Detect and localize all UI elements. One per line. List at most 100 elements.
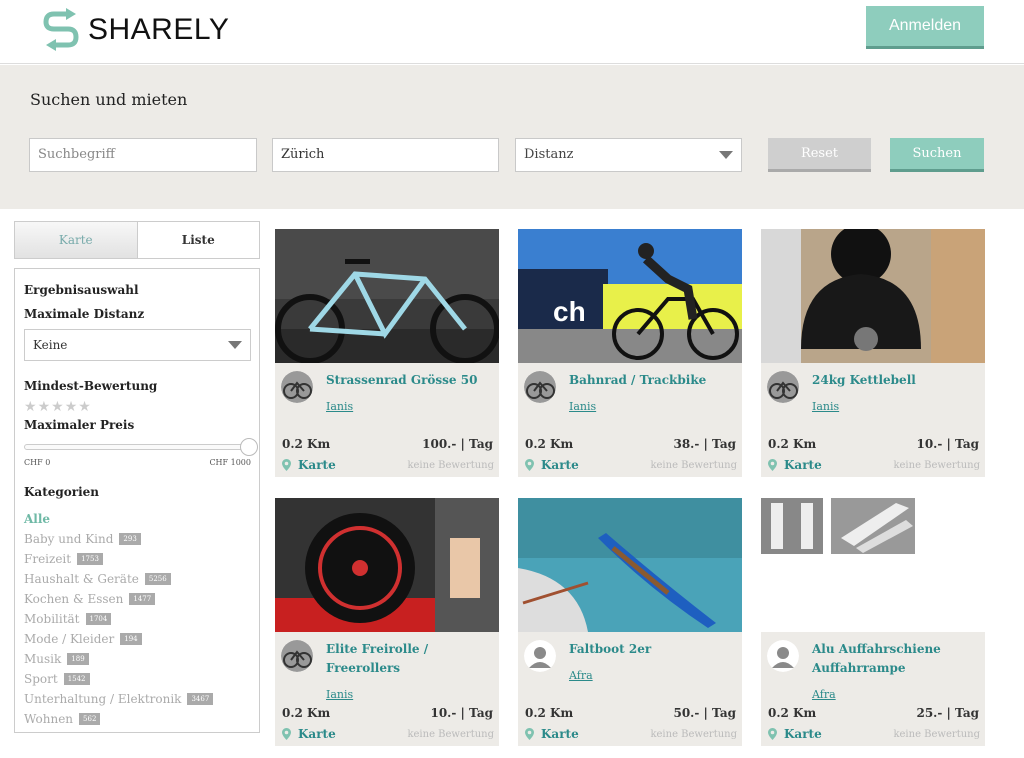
listing-rating: keine Bewertung [407, 729, 494, 740]
listing-owner[interactable]: Afra [812, 688, 836, 701]
map-pin-icon [282, 459, 291, 471]
listing-card[interactable]: Strassenrad Grösse 50 Ianis 0.2 Km 100.- | … [275, 229, 499, 477]
star-icon[interactable]: ★ [24, 400, 37, 414]
max-price-label: Maximaler Preis [24, 418, 135, 432]
listing-photo[interactable] [518, 498, 742, 632]
sharely-logo[interactable]: SHARELY [40, 8, 229, 52]
owner-photo-icon [767, 371, 799, 403]
star-icon[interactable]: ★ [38, 400, 51, 414]
owner-avatar[interactable] [281, 371, 313, 403]
category-item[interactable]: Kochen & Essen 1477 [24, 589, 250, 609]
owner-avatar[interactable] [524, 371, 556, 403]
category-item[interactable]: Sport 1542 [24, 669, 250, 689]
star-icon[interactable]: ★ [78, 400, 91, 414]
category-item[interactable]: Haushalt & Geräte 5256 [24, 569, 250, 589]
category-label: Wohnen [24, 712, 74, 726]
listing-distance: 0.2 Km [525, 437, 574, 451]
category-count-badge: 5256 [144, 573, 171, 585]
listing-owner[interactable]: Ianis [326, 688, 353, 701]
listing-map-link[interactable]: Karte [525, 727, 579, 741]
brand-name: SHARELY [88, 13, 230, 46]
search-button[interactable]: Suchen [890, 138, 984, 172]
listing-title[interactable]: Strassenrad Grösse 50 [326, 371, 494, 390]
distance-select[interactable]: Distanz [515, 138, 742, 172]
listing-map-label: Karte [298, 727, 336, 741]
owner-avatar[interactable] [767, 371, 799, 403]
search-panel: Suchen und mieten Suchbegriff Zürich Dis… [0, 65, 1024, 209]
listing-photo[interactable]: ch [518, 229, 742, 363]
search-term-input[interactable]: Suchbegriff [29, 138, 257, 172]
category-item[interactable]: Unterhaltung / Elektronik 3467 [24, 689, 250, 709]
listing-distance: 0.2 Km [282, 706, 331, 720]
listing-price: 50.- | Tag [673, 706, 736, 720]
listing-card[interactable]: 24kg Kettlebell Ianis 0.2 Km 10.- | Tag Kart… [761, 229, 985, 477]
price-slider[interactable] [24, 438, 258, 456]
filter-panel: Ergebnisauswahl Maximale Distanz Keine M… [14, 268, 260, 733]
star-icon[interactable]: ★ [51, 400, 64, 414]
category-count-badge: 1477 [129, 593, 156, 605]
map-pin-icon [768, 459, 777, 471]
map-view-tab[interactable]: Karte [15, 222, 138, 258]
login-button[interactable]: Anmelden [866, 6, 984, 49]
listing-title[interactable]: Alu Auffahrschiene Auffahrrampe [812, 640, 980, 678]
listing-distance: 0.2 Km [768, 437, 817, 451]
location-input[interactable]: Zürich [272, 138, 499, 172]
map-pin-icon [525, 728, 534, 740]
listing-photo[interactable] [275, 498, 499, 632]
max-distance-select[interactable]: Keine [24, 329, 251, 361]
map-pin-icon [282, 728, 291, 740]
category-item[interactable]: Wohnen 562 [24, 709, 250, 729]
category-label: Unterhaltung / Elektronik [24, 692, 182, 706]
listing-title[interactable]: Elite Freirolle / Freerollers [326, 640, 494, 678]
listing-owner[interactable]: Ianis [569, 400, 596, 413]
category-item[interactable]: Alle [24, 509, 250, 529]
category-label: Alle [24, 512, 51, 526]
category-label: Freizeit [24, 552, 72, 566]
owner-photo-icon [524, 371, 556, 403]
reset-button[interactable]: Reset [768, 138, 871, 172]
listing-map-link[interactable]: Karte [525, 458, 579, 472]
list-view-tab[interactable]: Liste [137, 222, 259, 258]
owner-avatar[interactable] [767, 640, 799, 672]
view-toggle: Karte Liste [14, 221, 260, 259]
listing-title[interactable]: 24kg Kettlebell [812, 371, 980, 390]
owner-avatar[interactable] [524, 640, 556, 672]
listing-map-link[interactable]: Karte [282, 458, 336, 472]
category-item[interactable]: Mode / Kleider 194 [24, 629, 250, 649]
category-label: Mode / Kleider [24, 632, 115, 646]
listing-map-link[interactable]: Karte [768, 458, 822, 472]
listing-title[interactable]: Bahnrad / Trackbike [569, 371, 737, 390]
listing-card[interactable]: ch Bahnrad / Trackbike Ianis 0.2 Km 38.- | T… [518, 229, 742, 477]
category-item[interactable]: Musik 189 [24, 649, 250, 669]
listing-owner[interactable]: Afra [569, 669, 593, 682]
price-max-label: CHF 1000 [209, 458, 251, 467]
category-count-badge: 189 [67, 653, 89, 665]
listing-card[interactable]: Faltboot 2er Afra 0.2 Km 50.- | Tag Karte kei… [518, 498, 742, 746]
category-item[interactable]: Mobilität 1704 [24, 609, 250, 629]
category-item[interactable]: Freizeit 1753 [24, 549, 250, 569]
filter-heading: Ergebnisauswahl [24, 283, 139, 297]
listing-map-link[interactable]: Karte [768, 727, 822, 741]
distance-select-label: Distanz [524, 147, 574, 162]
price-min-label: CHF 0 [24, 458, 51, 467]
price-slider-handle[interactable] [240, 438, 258, 456]
listing-distance: 0.2 Km [282, 437, 331, 451]
listing-owner[interactable]: Ianis [812, 400, 839, 413]
rating-stars[interactable]: ★ ★ ★ ★ ★ [24, 400, 250, 414]
listing-map-link[interactable]: Karte [282, 727, 336, 741]
map-pin-icon [768, 728, 777, 740]
listing-map-label: Karte [784, 727, 822, 741]
listing-photo[interactable] [275, 229, 499, 363]
listing-owner[interactable]: Ianis [326, 400, 353, 413]
star-icon[interactable]: ★ [65, 400, 78, 414]
max-distance-value: Keine [33, 338, 68, 352]
category-count-badge: 194 [120, 633, 142, 645]
listing-title[interactable]: Faltboot 2er [569, 640, 737, 659]
owner-avatar[interactable] [281, 640, 313, 672]
listing-card[interactable]: Elite Freirolle / Freerollers Ianis 0.2 Km… [275, 498, 499, 746]
listing-card[interactable]: Alu Auffahrschiene Auffahrrampe Afra 0.2 K… [761, 498, 985, 746]
category-item[interactable]: Baby und Kind 293 [24, 529, 250, 549]
map-pin-icon [525, 459, 534, 471]
listing-photo[interactable] [761, 229, 985, 363]
listing-photo[interactable] [761, 498, 985, 632]
